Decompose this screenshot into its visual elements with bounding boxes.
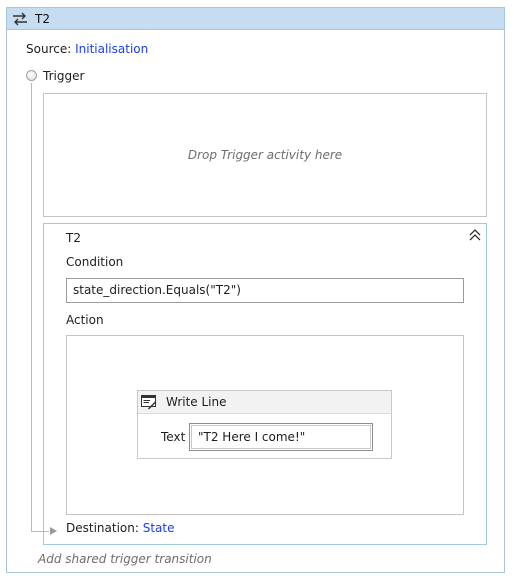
- source-label: Source:: [26, 42, 72, 56]
- write-line-title: Write Line: [166, 395, 227, 409]
- write-line-icon: [141, 395, 157, 410]
- connector-line: [31, 83, 32, 532]
- write-line-text-input[interactable]: "T2 Here I come!": [191, 425, 371, 449]
- trigger-connector-icon[interactable]: [26, 70, 37, 81]
- source-row: Source: Initialisation: [26, 42, 148, 56]
- transition-title: T2: [35, 12, 50, 26]
- condition-input[interactable]: state_direction.Equals("T2"): [66, 278, 464, 303]
- trigger-label: Trigger: [43, 69, 85, 83]
- action-label: Action: [66, 313, 104, 327]
- transition-header[interactable]: [7, 8, 504, 30]
- destination-label: Destination:: [66, 521, 139, 535]
- source-link[interactable]: Initialisation: [75, 42, 148, 56]
- destination-row: Destination: State: [66, 521, 175, 535]
- trigger-drop-placeholder: Drop Trigger activity here: [187, 148, 343, 162]
- destination-link[interactable]: State: [143, 521, 175, 535]
- transition-panel-title: T2: [66, 231, 81, 245]
- condition-label: Condition: [66, 255, 124, 269]
- transition-arrows-icon: [13, 12, 27, 26]
- add-shared-trigger-link[interactable]: Add shared trigger transition: [38, 552, 212, 566]
- write-line-text-label: Text: [161, 430, 186, 444]
- collapse-chevron-icon[interactable]: [467, 227, 483, 243]
